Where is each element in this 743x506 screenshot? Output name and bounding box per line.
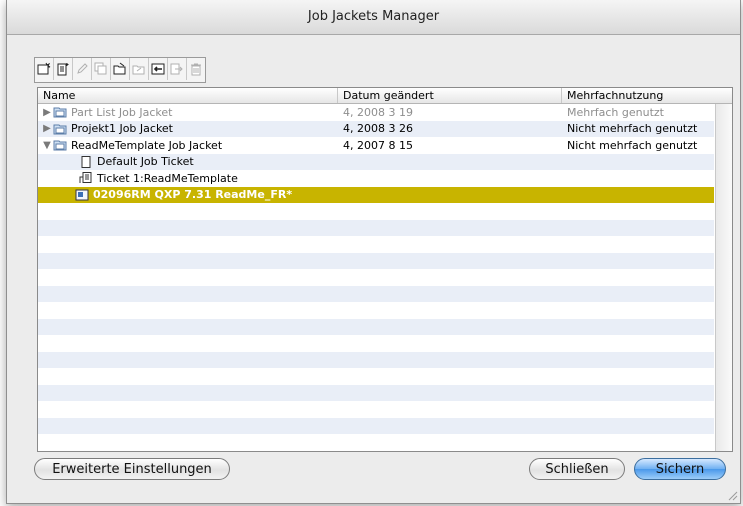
import-button[interactable] (149, 58, 168, 80)
vertical-scrollbar[interactable] (715, 104, 732, 451)
save-button[interactable]: Sichern (634, 458, 726, 480)
empty-row (38, 269, 714, 286)
job-jacket-icon (53, 106, 67, 118)
empty-row (38, 384, 714, 401)
folder-link-button[interactable] (130, 58, 149, 80)
empty-row (38, 417, 714, 434)
empty-row (38, 434, 714, 451)
disclosure-collapsed-icon[interactable]: ▶ (42, 123, 52, 134)
close-label: Schließen (545, 462, 609, 477)
list-row[interactable]: ▶ Projekt1 Job Jacket 4, 2008 3 26 Nicht me… (38, 120, 714, 137)
column-header-multiple-use[interactable]: Mehrfachnutzung (562, 88, 714, 103)
empty-row (38, 302, 714, 319)
import-icon (151, 62, 165, 76)
duplicate-button[interactable] (92, 58, 111, 80)
row-multiple-use: Nicht mehrfach genutzt (567, 138, 698, 152)
row-name: 02096RM QXP 7.31 ReadMe_FR* (93, 188, 293, 202)
edit-pencil-icon (75, 62, 89, 76)
close-button[interactable]: Schließen (529, 458, 625, 480)
row-name: Part List Job Jacket (71, 105, 173, 119)
empty-row (38, 252, 714, 269)
row-date-modified: 4, 2008 3 19 (343, 105, 413, 119)
job-jackets-manager-window: Job Jackets Manager Name Datum geändert … (6, 0, 741, 504)
row-multiple-use: Nicht mehrfach genutzt (567, 122, 698, 136)
export-button[interactable] (168, 58, 187, 80)
empty-row (38, 368, 714, 385)
row-date-modified: 4, 2007 8 15 (343, 138, 413, 152)
column-header-date-modified[interactable]: Datum geändert (338, 88, 562, 103)
project-file-icon (75, 189, 89, 201)
resize-grip-icon[interactable] (726, 489, 738, 501)
export-icon (170, 62, 184, 76)
job-jacket-icon (53, 123, 67, 135)
trash-button[interactable] (187, 58, 205, 80)
empty-row (38, 335, 714, 352)
job-jacket-list: Name Datum geändert Mehrfachnutzung ▶ Par… (37, 87, 733, 452)
list-header: Name Datum geändert Mehrfachnutzung (38, 88, 732, 104)
column-header-name[interactable]: Name (38, 88, 338, 103)
open-folder-button[interactable] (111, 58, 130, 80)
list-row[interactable]: Ticket 1:ReadMeTemplate (38, 170, 714, 187)
folder-link-icon (132, 62, 146, 76)
toolbar (34, 57, 206, 83)
new-job-jacket-button[interactable] (35, 58, 54, 80)
advanced-settings-label: Erweiterte Einstellungen (52, 462, 212, 477)
list-row[interactable]: 02096RM QXP 7.31 ReadMe_FR* (38, 186, 714, 203)
empty-row (38, 285, 714, 302)
row-name: ReadMeTemplate Job Jacket (71, 138, 223, 152)
job-ticket-linked-icon (79, 172, 93, 184)
empty-row (38, 236, 714, 253)
duplicate-icon (94, 62, 108, 76)
row-date-modified: 4, 2008 3 26 (343, 122, 413, 136)
empty-row (38, 203, 714, 220)
advanced-settings-button[interactable]: Erweiterte Einstellungen (34, 458, 230, 480)
window-title: Job Jackets Manager (307, 9, 440, 24)
edit-pencil-button[interactable] (73, 58, 92, 80)
window-titlebar[interactable]: Job Jackets Manager (7, 0, 740, 35)
job-ticket-icon (79, 155, 93, 168)
list-rows: ▶ Part List Job Jacket 4, 2008 3 19 Mehrfac… (38, 104, 714, 451)
empty-row (38, 351, 714, 368)
row-name: Ticket 1:ReadMeTemplate (97, 171, 238, 185)
new-job-ticket-icon (56, 62, 70, 76)
row-multiple-use: Mehrfach genutzt (567, 105, 664, 119)
job-jacket-icon (53, 139, 67, 151)
list-row[interactable]: Default Job Ticket (38, 153, 714, 170)
save-label: Sichern (655, 462, 705, 477)
row-name: Default Job Ticket (97, 155, 194, 169)
new-job-jacket-icon (37, 62, 51, 76)
row-name: Projekt1 Job Jacket (71, 122, 173, 136)
list-row[interactable]: ▼ ReadMeTemplate Job Jacket 4, 2007 8 15 Ni… (38, 137, 714, 154)
open-folder-icon (113, 62, 127, 76)
list-row[interactable]: ▶ Part List Job Jacket 4, 2008 3 19 Mehrfac… (38, 104, 714, 121)
disclosure-collapsed-icon[interactable]: ▶ (42, 107, 52, 118)
trash-icon (189, 62, 203, 76)
new-job-ticket-button[interactable] (54, 58, 73, 80)
empty-row (38, 401, 714, 418)
empty-row (38, 219, 714, 236)
empty-row (38, 318, 714, 335)
disclosure-expanded-icon[interactable]: ▼ (42, 140, 52, 151)
